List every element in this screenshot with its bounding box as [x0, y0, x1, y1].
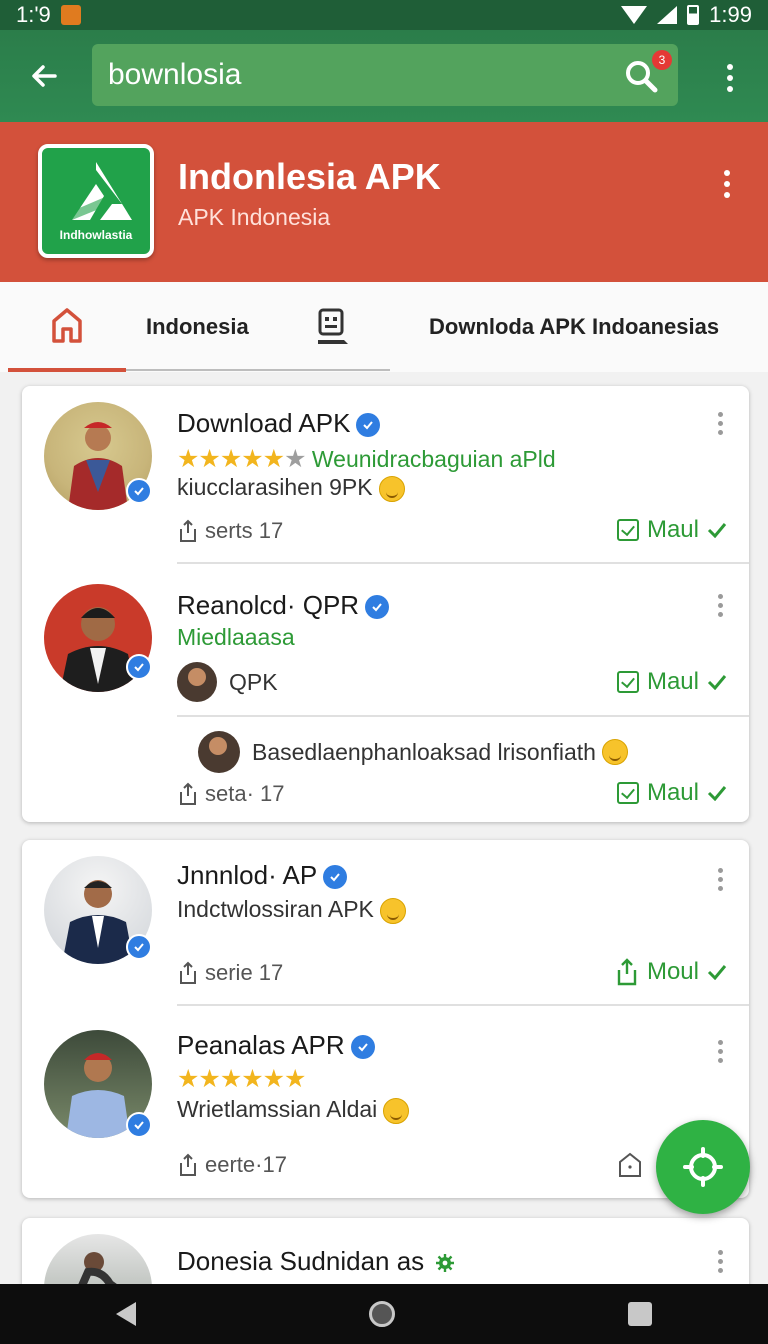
share-icon: [180, 961, 196, 984]
item-more-icon[interactable]: [718, 868, 723, 891]
item-description: Wrietlamssian Aldai: [177, 1096, 410, 1124]
checkmark-icon: [707, 523, 727, 538]
back-arrow-icon[interactable]: [14, 46, 74, 106]
item-title: Donesia Sudnidan as: [177, 1246, 455, 1277]
list-item[interactable]: Reanolcd· QPR Miedlaaasa QPK Maul: [22, 564, 749, 714]
status-bar: 1:'9 1:99: [0, 0, 768, 30]
verified-badge-icon: [126, 934, 152, 960]
item-comment: Basedlaenphanloaksad lrisonfiath: [198, 731, 628, 773]
tab-download-apk[interactable]: Downloda APK Indoanesias: [429, 314, 719, 340]
list-item[interactable]: Peanalas APR ★★★★★★ Wrietlamssian Aldai …: [22, 1006, 749, 1198]
house-icon[interactable]: [618, 1152, 642, 1183]
item-more-icon[interactable]: [718, 1250, 723, 1273]
maul-action-button[interactable]: Maul: [616, 668, 727, 696]
home-icon: [52, 308, 82, 343]
item-subtitle: Miedlaaasa: [177, 624, 295, 650]
item-description: Indctwlossiran APK: [177, 896, 406, 924]
checkmark-icon: [707, 675, 727, 690]
mini-avatar: [177, 662, 217, 702]
tab-indonesia[interactable]: Indonesia: [146, 314, 249, 340]
checkbox-icon: [616, 782, 639, 804]
item-meta: seta· 17: [177, 781, 285, 807]
battery-icon: [687, 5, 700, 25]
checkbox-icon: [616, 519, 639, 541]
share-green-icon: [617, 958, 637, 986]
maul-action-button[interactable]: Maul: [616, 779, 727, 807]
verified-badge-icon: [126, 654, 152, 680]
search-box[interactable]: 3: [92, 44, 678, 106]
verified-badge-icon: [126, 478, 152, 504]
app-subtitle: APK Indonesia: [178, 204, 331, 230]
target-icon: [683, 1147, 723, 1187]
smile-emoji-icon: [378, 475, 405, 502]
verified-icon: [350, 1035, 375, 1060]
banner-more-icon[interactable]: [724, 170, 730, 198]
signal-icon: [657, 6, 678, 24]
item-title: Peanalas APR: [177, 1030, 375, 1061]
app-title: Indonlesia APK: [178, 156, 441, 197]
navigation-bar: [0, 1284, 768, 1344]
robot-icon[interactable]: [310, 304, 356, 350]
item-more-icon[interactable]: [718, 1040, 723, 1063]
moul-action-button[interactable]: Moul: [615, 958, 727, 986]
status-time-right: 1:99: [709, 2, 752, 27]
item-description: kiucclarasihen 9PK: [177, 474, 405, 502]
maul-action-button[interactable]: Maul: [616, 516, 727, 544]
item-more-icon[interactable]: [718, 594, 723, 617]
list-item[interactable]: Basedlaenphanloaksad lrisonfiath seta· 1…: [22, 717, 749, 822]
item-title: Reanolcd· QPR: [177, 590, 390, 621]
nav-back-icon[interactable]: [116, 1302, 137, 1326]
item-more-icon[interactable]: [718, 412, 723, 435]
search-badge: 3: [652, 50, 672, 70]
smile-emoji-icon: [379, 897, 406, 924]
item-meta: eerte·17: [177, 1152, 287, 1178]
smile-emoji-icon: [601, 739, 628, 765]
rating-stars-icon: ★★★★★★: [177, 1065, 306, 1093]
item-rating-line: ★★★★★★: [177, 1064, 306, 1094]
nav-recents-icon[interactable]: [627, 1302, 652, 1326]
item-meta: serts 17: [177, 518, 283, 544]
verified-icon: [323, 865, 348, 890]
gear-badge-icon: [436, 1254, 455, 1273]
rating-stars-icon: ★★★★★★: [177, 445, 307, 473]
verified-icon: [356, 413, 381, 438]
checkbox-icon: [616, 671, 639, 693]
tab-home[interactable]: [8, 282, 126, 372]
share-icon: [180, 782, 196, 805]
result-card: Jnnnlod· AP Indctwlossiran APK serie 17 …: [22, 840, 749, 1198]
smile-emoji-icon: [383, 1097, 410, 1124]
app-logo-text: Indhowlastia: [59, 228, 133, 242]
mini-avatar: [198, 731, 240, 773]
item-author: QPK: [177, 662, 278, 702]
list-item[interactable]: Download APK ★★★★★★ Weunidracbaguian aPl…: [22, 386, 749, 562]
tabs-divider: [126, 369, 390, 371]
app-logo: Indhowlastia: [38, 144, 154, 258]
tab-bar: Indonesia Downloda APK Indoanesias: [0, 282, 768, 372]
nav-home-icon[interactable]: [368, 1301, 395, 1327]
item-title: Download APK: [177, 408, 381, 439]
search-input[interactable]: [108, 58, 608, 92]
checkmark-icon: [707, 965, 727, 980]
item-rating-line: ★★★★★★ Weunidracbaguian aPld: [177, 445, 556, 473]
status-time-left: 1:'9: [16, 2, 51, 27]
result-card: Download APK ★★★★★★ Weunidracbaguian aPl…: [22, 386, 749, 822]
share-icon: [180, 1153, 196, 1176]
list-item[interactable]: Jnnnlod· AP Indctwlossiran APK serie 17 …: [22, 840, 749, 1006]
item-title: Jnnnlod· AP: [177, 860, 348, 891]
notification-icon: [60, 5, 81, 25]
app-header-banner: Indhowlastia Indonlesia APK APK Indonesi…: [0, 122, 768, 282]
share-icon: [180, 519, 196, 542]
floating-action-button[interactable]: [656, 1120, 750, 1214]
verified-badge-icon: [126, 1112, 152, 1138]
wifi-icon: [621, 6, 648, 24]
checkmark-icon: [707, 786, 727, 801]
item-meta: serie 17: [177, 960, 283, 986]
verified-icon: [365, 595, 390, 620]
toolbar-more-icon[interactable]: [712, 60, 748, 96]
toolbar: 3: [0, 30, 768, 122]
